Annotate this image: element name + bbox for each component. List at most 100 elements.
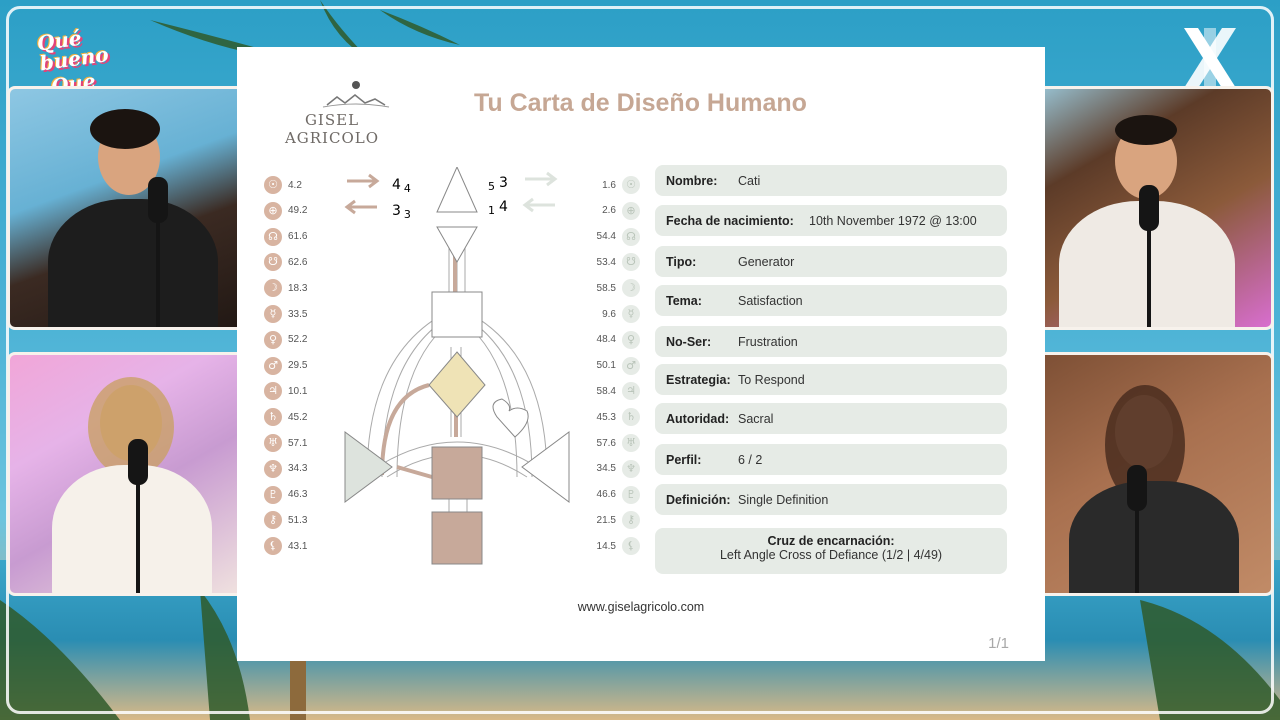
info-card: Estrategia: To Respond xyxy=(655,364,1007,395)
microphone-icon xyxy=(148,177,168,223)
earth-icon: ⊕ xyxy=(264,201,282,220)
info-card: Tema: Satisfaction xyxy=(655,285,1007,316)
planet-gate-value: 45.2 xyxy=(288,411,308,423)
planet-gate-value: 58.5 xyxy=(596,282,616,294)
jupiter-icon: ♃ xyxy=(622,382,640,401)
info-value: 6 / 2 xyxy=(738,452,763,467)
saturn-icon: ♄ xyxy=(622,408,640,427)
human-design-slide: GISEL AGRICOLO Tu Carta de Diseño Humano… xyxy=(237,47,1045,661)
north-node-icon: ☊ xyxy=(264,227,282,246)
mic-stand xyxy=(156,219,160,327)
host-hair xyxy=(1115,115,1177,145)
show-logo: Qué bueno Que viniste xyxy=(35,26,148,119)
planet-gate-value: 18.3 xyxy=(288,282,308,294)
planet-gate-value: 53.4 xyxy=(596,256,616,268)
host-body xyxy=(1069,481,1239,593)
info-label: Estrategia: xyxy=(666,372,731,387)
neptune-icon: ♆ xyxy=(264,459,282,478)
uranus-icon: ♅ xyxy=(264,434,282,452)
planet-gate-value: 57.1 xyxy=(288,437,308,449)
website-link[interactable]: www.giselagricolo.com xyxy=(237,600,1045,614)
brand-logo-text: GISEL AGRICOLO xyxy=(284,111,380,147)
mars-icon: ♂ xyxy=(622,356,640,375)
planet-row: 58.4 ♃ xyxy=(592,381,640,401)
planet-gate-value: 54.4 xyxy=(596,231,616,243)
root-center xyxy=(431,511,483,565)
info-value: Single Definition xyxy=(738,492,829,507)
planet-row: ♅ 57.1 xyxy=(264,433,307,453)
planet-row: 54.4 ☊ xyxy=(592,227,640,247)
g-center xyxy=(428,351,486,418)
uranus-icon: ♅ xyxy=(622,434,640,452)
cross-value: Left Angle Cross of Defiance (1/2 | 4/49… xyxy=(719,548,943,562)
info-value: Cati xyxy=(738,173,761,188)
page-number: 1/1 xyxy=(988,635,1009,652)
info-card: Autoridad: Sacral xyxy=(655,403,1007,434)
info-label: Fecha de nacimiento: xyxy=(666,213,794,228)
south-node-icon: ☋ xyxy=(622,253,640,272)
planet-gate-value: 4.2 xyxy=(288,179,302,191)
planet-row: ☿ 33.5 xyxy=(264,304,307,324)
pluto-icon: ♇ xyxy=(622,485,640,504)
planet-gate-value: 29.5 xyxy=(288,360,308,372)
planet-gate-value: 51.3 xyxy=(288,514,308,526)
brand-x-logo xyxy=(1184,28,1236,88)
chiron-icon: ⚷ xyxy=(622,511,640,530)
planet-gate-value: 50.1 xyxy=(596,360,616,372)
ajna-center xyxy=(436,226,478,264)
planet-row: 9.6 ☿ xyxy=(592,304,640,324)
planet-row: 53.4 ☋ xyxy=(592,252,640,272)
planet-row: ☽ 18.3 xyxy=(264,278,307,298)
planet-gate-value: 52.2 xyxy=(288,334,308,346)
info-card: No-Ser: Frustration xyxy=(655,326,1007,357)
planet-gate-value: 46.3 xyxy=(288,489,308,501)
camera-feed-bottom-right xyxy=(1016,352,1274,596)
venus-icon: ♀ xyxy=(264,330,282,349)
mercury-icon: ☿ xyxy=(264,305,282,323)
info-value: 10th November 1972 @ 13:00 xyxy=(809,213,977,228)
planet-row: ☊ 61.6 xyxy=(264,227,307,247)
planet-row: ☋ 62.6 xyxy=(264,252,307,272)
info-label: Definición: xyxy=(666,492,731,507)
head-center xyxy=(436,167,478,213)
planet-row: ⚷ 51.3 xyxy=(264,510,307,530)
host-body xyxy=(48,199,218,327)
jupiter-icon: ♃ xyxy=(264,382,282,401)
info-value: Frustration xyxy=(738,334,798,349)
moon-icon: ☽ xyxy=(264,279,282,298)
info-card: Definición: Single Definition xyxy=(655,484,1007,515)
planet-row: 46.6 ♇ xyxy=(592,485,640,505)
microphone-icon xyxy=(1139,185,1159,231)
chiron-icon: ⚷ xyxy=(264,511,282,530)
mars-icon: ♂ xyxy=(264,356,282,375)
info-card: Nombre: Cati xyxy=(655,165,1007,196)
sun-icon: ☉ xyxy=(622,176,640,194)
planet-gate-value: 21.5 xyxy=(596,514,616,526)
planet-gate-value: 58.4 xyxy=(596,385,616,397)
planet-gate-value: 48.4 xyxy=(596,334,616,346)
mic-stand xyxy=(1147,229,1151,327)
planet-gate-value: 49.2 xyxy=(288,205,308,217)
planet-row: ♆ 34.3 xyxy=(264,459,307,479)
sun-icon: ☉ xyxy=(264,176,282,194)
bodygraph-chart xyxy=(344,167,570,565)
host-hair xyxy=(90,109,160,149)
mic-stand xyxy=(136,483,140,593)
page-title: Tu Carta de Diseño Humano xyxy=(474,89,807,117)
neptune-icon: ♆ xyxy=(622,459,640,478)
info-label: Perfil: xyxy=(666,452,702,467)
info-value: To Respond xyxy=(738,372,805,387)
planet-row: 34.5 ♆ xyxy=(592,459,640,479)
planet-row: ⚸ 43.1 xyxy=(264,536,307,556)
saturn-icon: ♄ xyxy=(264,408,282,427)
camera-feed-bottom-left xyxy=(7,352,265,596)
mercury-icon: ☿ xyxy=(622,305,640,323)
info-value: Generator xyxy=(738,254,795,269)
planet-gate-value: 2.6 xyxy=(602,205,616,217)
venus-icon: ♀ xyxy=(622,330,640,349)
planet-row: 14.5 ⚸ xyxy=(592,536,640,556)
incarnation-cross-card: Cruz de encarnación: Left Angle Cross of… xyxy=(655,528,1007,574)
throat-center xyxy=(431,291,483,338)
planet-row: 50.1 ♂ xyxy=(592,356,640,376)
planet-row: 45.3 ♄ xyxy=(592,407,640,427)
